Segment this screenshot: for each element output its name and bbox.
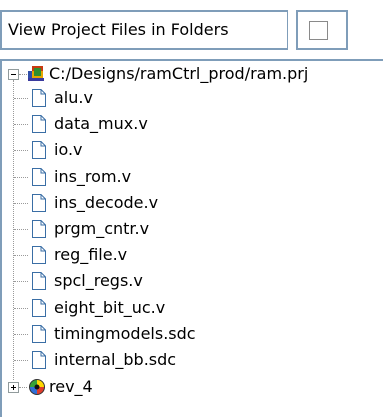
tree-connector	[19, 387, 27, 388]
file-icon	[32, 299, 46, 317]
project-icon	[28, 66, 44, 81]
file-item[interactable]: eight_bit_uc.v	[54, 298, 165, 318]
project-tree: C:/Designs/ramCtrl_prod/ram.prj alu.v dat…	[0, 59, 383, 417]
implementation-label[interactable]: rev_4	[49, 377, 93, 397]
view-in-folders-option: View Project Files in Folders	[0, 0, 383, 50]
file-item[interactable]: ins_decode.v	[54, 193, 158, 213]
tree-connector	[14, 229, 28, 230]
file-item[interactable]: internal_bb.sdc	[54, 350, 176, 370]
view-in-folders-check-cell	[298, 10, 348, 50]
file-icon	[32, 351, 46, 369]
file-item[interactable]: reg_file.v	[54, 245, 127, 265]
tree-connector	[14, 203, 28, 204]
file-icon	[32, 115, 46, 133]
tree-connector	[14, 281, 28, 282]
tree-connector	[14, 334, 28, 335]
file-item[interactable]: alu.v	[54, 88, 93, 108]
tree-connector	[19, 74, 27, 75]
tree-connector	[14, 98, 28, 99]
implementation-icon	[29, 379, 45, 395]
expand-implementation-toggle[interactable]	[8, 382, 19, 393]
file-icon	[32, 194, 46, 212]
file-item[interactable]: io.v	[54, 140, 83, 160]
view-in-folders-label: View Project Files in Folders	[0, 10, 288, 50]
file-item[interactable]: data_mux.v	[54, 114, 148, 134]
tree-connector	[14, 360, 28, 361]
tree-connector	[14, 255, 28, 256]
file-icon	[32, 246, 46, 264]
file-icon	[32, 220, 46, 238]
tree-connector	[14, 177, 28, 178]
tree-connector	[14, 308, 28, 309]
file-icon	[32, 168, 46, 186]
file-icon	[32, 89, 46, 107]
file-item[interactable]: timingmodels.sdc	[54, 324, 196, 344]
project-path[interactable]: C:/Designs/ramCtrl_prod/ram.prj	[49, 64, 308, 84]
file-icon	[32, 272, 46, 290]
file-item[interactable]: prgm_cntr.v	[54, 219, 149, 239]
tree-connector	[14, 150, 28, 151]
tree-connector-vertical	[13, 80, 14, 380]
view-in-folders-checkbox[interactable]	[309, 21, 328, 40]
file-icon	[32, 141, 46, 159]
collapse-project-toggle[interactable]	[8, 69, 19, 80]
tree-connector	[14, 124, 28, 125]
file-item[interactable]: ins_rom.v	[54, 167, 131, 187]
file-icon	[32, 325, 46, 343]
file-item[interactable]: spcl_regs.v	[54, 271, 143, 291]
